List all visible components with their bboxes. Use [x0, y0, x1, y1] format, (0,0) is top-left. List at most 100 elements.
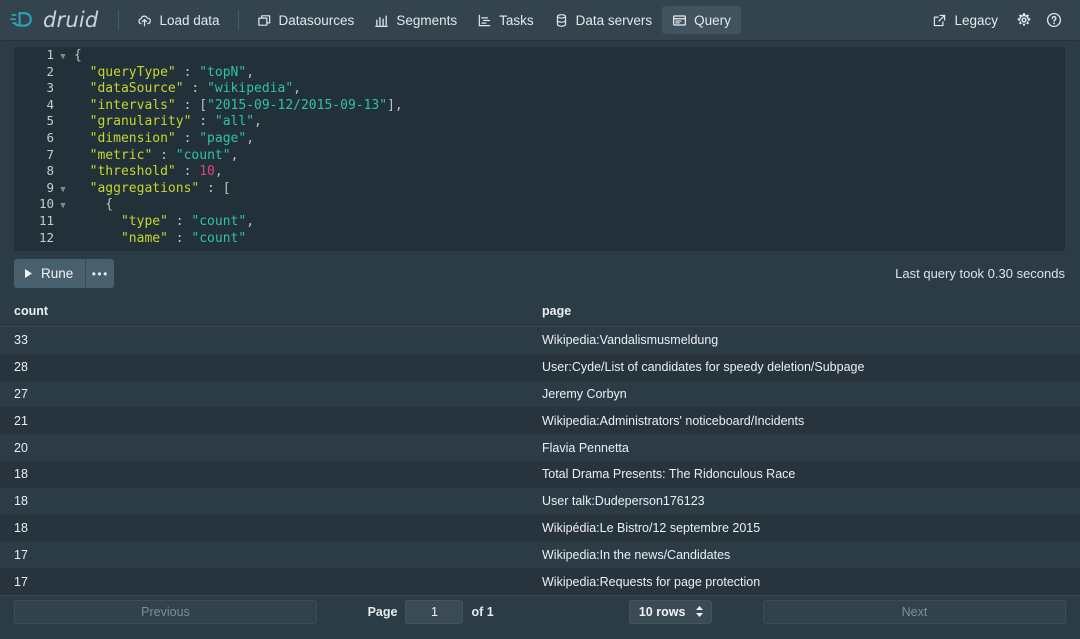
code-text: "dimension" : "page",	[74, 130, 255, 146]
results-table: count page 33 Wikipedia:Vandalismusmeldun…	[0, 296, 1080, 595]
help-button[interactable]	[1040, 6, 1068, 34]
query-editor-area: 1 ▼ {2 "queryType" : "topN", 3 "dataSource"…	[0, 41, 1080, 251]
fold-toggle-icon[interactable]: ▼	[58, 49, 68, 66]
code-line: 10 ▼ {	[14, 196, 1065, 213]
fold-toggle-icon[interactable]: ▼	[58, 198, 68, 215]
code-line: 2 "queryType" : "topN",	[14, 64, 1065, 81]
share-external-icon	[932, 13, 947, 28]
code-line: 9 ▼ "aggregations" : [	[14, 180, 1065, 197]
navbar-right-group: Legacy	[922, 6, 1068, 34]
line-number: 7	[46, 146, 54, 162]
run-button-group: Rune •••	[14, 259, 115, 288]
line-number: 9	[46, 179, 54, 195]
next-page-button[interactable]: Next	[763, 599, 1066, 624]
nav-item-segments[interactable]: Segments	[364, 6, 467, 34]
run-toolbar: Rune ••• Last query took 0.30 seconds	[0, 251, 1080, 296]
cell-count: 20	[14, 440, 28, 455]
code-text: "threshold" : 10,	[74, 164, 223, 180]
cell-page: Wikipedia:In the news/Candidates	[542, 547, 731, 562]
line-number: 6	[46, 129, 54, 145]
code-line: 8 "threshold" : 10,	[14, 163, 1065, 180]
nav-item-label: Data servers	[575, 12, 653, 28]
line-number: 11	[38, 212, 54, 228]
cell-page: Wikipedia:Administrators' noticeboard/In…	[542, 413, 805, 428]
line-number: 2	[46, 63, 54, 79]
cell-count: 33	[14, 333, 28, 348]
table-row[interactable]: 17 Wikipedia:In the news/Candidates	[0, 541, 1080, 569]
nav-item-label: Datasources	[278, 12, 355, 28]
query-time-status: Last query took 0.30 seconds	[895, 266, 1065, 281]
nav-item-load-data[interactable]: Load data	[127, 6, 229, 34]
code-line: 12 "name" : "count"	[14, 230, 1065, 247]
play-icon	[24, 268, 33, 279]
code-text: "queryType" : "topN",	[74, 64, 255, 80]
code-line: 6 "dimension" : "page",	[14, 130, 1065, 147]
cell-count: 18	[14, 520, 28, 535]
nav-item-label: Query	[694, 12, 731, 28]
page-label: Page	[367, 604, 398, 619]
nav-item-label: Load data	[159, 12, 220, 28]
table-row[interactable]: 17 Wikipedia:Requests for page protection	[0, 568, 1080, 595]
code-line: 7 "metric" : "count",	[14, 147, 1065, 164]
gear-icon	[1016, 12, 1032, 28]
cell-count: 17	[14, 574, 28, 589]
nav-item-datasources[interactable]: Datasources	[247, 6, 365, 34]
more-options-button[interactable]: •••	[86, 259, 115, 288]
nav-item-tasks[interactable]: Tasks	[467, 6, 544, 34]
nav-item-data-servers[interactable]: Data servers	[544, 6, 663, 34]
nav-item-label: Tasks	[499, 12, 534, 28]
code-text: "aggregations" : [	[74, 180, 231, 196]
table-row[interactable]: 20 Flavia Pennetta	[0, 434, 1080, 461]
column-header-count[interactable]: count	[0, 304, 540, 318]
rows-per-page-group: 10 rows	[578, 599, 763, 624]
line-number: 1	[46, 47, 54, 62]
code-line: 4 "intervals" : ["2015-09-12/2015-09-13"…	[14, 97, 1065, 114]
cell-page: Flavia Pennetta	[542, 440, 629, 455]
double-caret-vertical-icon	[695, 605, 704, 618]
table-row[interactable]: 33 Wikipedia:Vandalismusmeldung	[0, 327, 1080, 354]
json-query-editor[interactable]: 1 ▼ {2 "queryType" : "topN", 3 "dataSource"…	[14, 47, 1065, 251]
cell-page: Wikipédia:Le Bistro/12 septembre 2015	[542, 520, 761, 535]
navbar: druid Load data Datasources Segments Tas…	[0, 0, 1080, 41]
rows-per-page-label: 10 rows	[638, 604, 686, 619]
nav-divider-2	[237, 10, 239, 30]
code-text: "type" : "count",	[74, 213, 255, 229]
nav-item-query[interactable]: Query	[662, 6, 741, 34]
page-number-input[interactable]	[405, 599, 464, 624]
code-text: {	[74, 48, 82, 63]
table-header-row: count page	[0, 296, 1080, 327]
code-line: 3 "dataSource" : "wikipedia",	[14, 80, 1065, 97]
cell-count: 18	[14, 494, 28, 509]
page-number-group: Page of 1	[317, 599, 544, 624]
pagination-middle: Page of 1 10 rows	[317, 599, 763, 624]
previous-page-button[interactable]: Previous	[14, 599, 317, 624]
table-row[interactable]: 21 Wikipedia:Administrators' noticeboard/…	[0, 407, 1080, 435]
rows-per-page-select[interactable]: 10 rows	[628, 599, 713, 624]
table-row[interactable]: 18 User talk:Dudeperson176123	[0, 487, 1080, 515]
line-number: 8	[46, 163, 54, 179]
cell-page: Jeremy Corbyn	[542, 386, 627, 401]
run-button[interactable]: Rune	[14, 259, 87, 288]
code-line: 5 "granularity" : "all",	[14, 113, 1065, 130]
fold-toggle-icon[interactable]: ▼	[58, 182, 68, 199]
table-row[interactable]: 18 Total Drama Presents: The Ridonculous …	[0, 460, 1080, 488]
table-row[interactable]: 18 Wikipédia:Le Bistro/12 septembre 2015	[0, 514, 1080, 542]
gantt-chart-icon	[477, 13, 492, 28]
layers-icon	[257, 13, 272, 28]
table-row[interactable]: 27 Jeremy Corbyn	[0, 380, 1080, 408]
table-row[interactable]: 28 User:Cyde/List of candidates for speed…	[0, 353, 1080, 381]
settings-button[interactable]	[1010, 6, 1038, 34]
legacy-button[interactable]: Legacy	[922, 6, 1008, 34]
line-number: 12	[38, 229, 54, 245]
nav-item-label: Segments	[396, 12, 458, 28]
column-header-page[interactable]: page	[540, 304, 1080, 318]
run-button-label: Rune	[41, 266, 74, 281]
line-number: 5	[46, 113, 54, 129]
brand-logo[interactable]: druid	[10, 8, 110, 32]
line-number: 3	[46, 80, 54, 96]
cell-count: 21	[14, 413, 28, 428]
code-text: "intervals" : ["2015-09-12/2015-09-13"],	[74, 97, 403, 113]
cell-page: User talk:Dudeperson176123	[542, 494, 705, 509]
cell-page: Wikipedia:Vandalismusmeldung	[542, 333, 719, 348]
code-line: 11 "type" : "count",	[14, 213, 1065, 230]
